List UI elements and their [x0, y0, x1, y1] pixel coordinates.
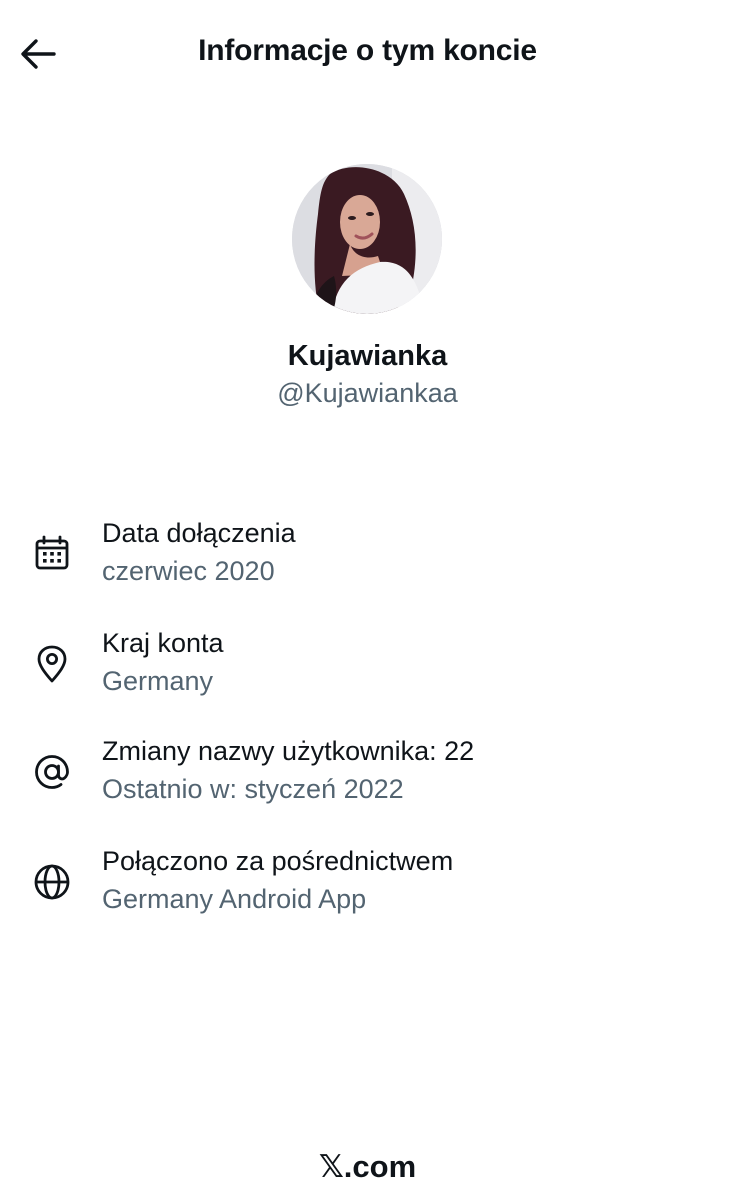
globe-icon: [34, 864, 70, 900]
connected-via-value: Germany Android App: [102, 884, 367, 914]
avatar[interactable]: [292, 164, 442, 314]
profile-handle: @Kujawiankaa: [277, 378, 458, 408]
calendar-icon: [35, 535, 69, 570]
join-date-value: czerwiec 2020: [102, 556, 275, 586]
info-row-country: Kraj konta Germany: [0, 628, 735, 718]
country-label: Kraj konta: [102, 628, 224, 658]
brand-watermark: 𝕏.com: [318, 1149, 417, 1184]
page-title: Informacje o tym koncie: [198, 34, 537, 67]
top-bar: Informacje o tym koncie: [0, 0, 735, 110]
country-value: Germany: [102, 666, 214, 696]
info-row-username-changes: Zmiany nazwy użytkownika: 22 Ostatnio w:…: [0, 736, 735, 826]
at-sign-icon: [35, 755, 69, 789]
info-row-connected-via: Połączono za pośrednictwem Germany Andro…: [0, 846, 735, 936]
location-pin-icon: [37, 645, 67, 683]
info-row-join-date: Data dołączenia czerwiec 2020: [0, 518, 735, 608]
username-changes-label: Zmiany nazwy użytkownika: 22: [102, 736, 475, 766]
join-date-label: Data dołączenia: [102, 518, 296, 548]
username-changes-value: Ostatnio w: styczeń 2022: [102, 774, 404, 804]
profile-photo: [292, 164, 442, 314]
profile-name: Kujawianka: [287, 340, 448, 372]
connected-via-label: Połączono za pośrednictwem: [102, 846, 454, 876]
